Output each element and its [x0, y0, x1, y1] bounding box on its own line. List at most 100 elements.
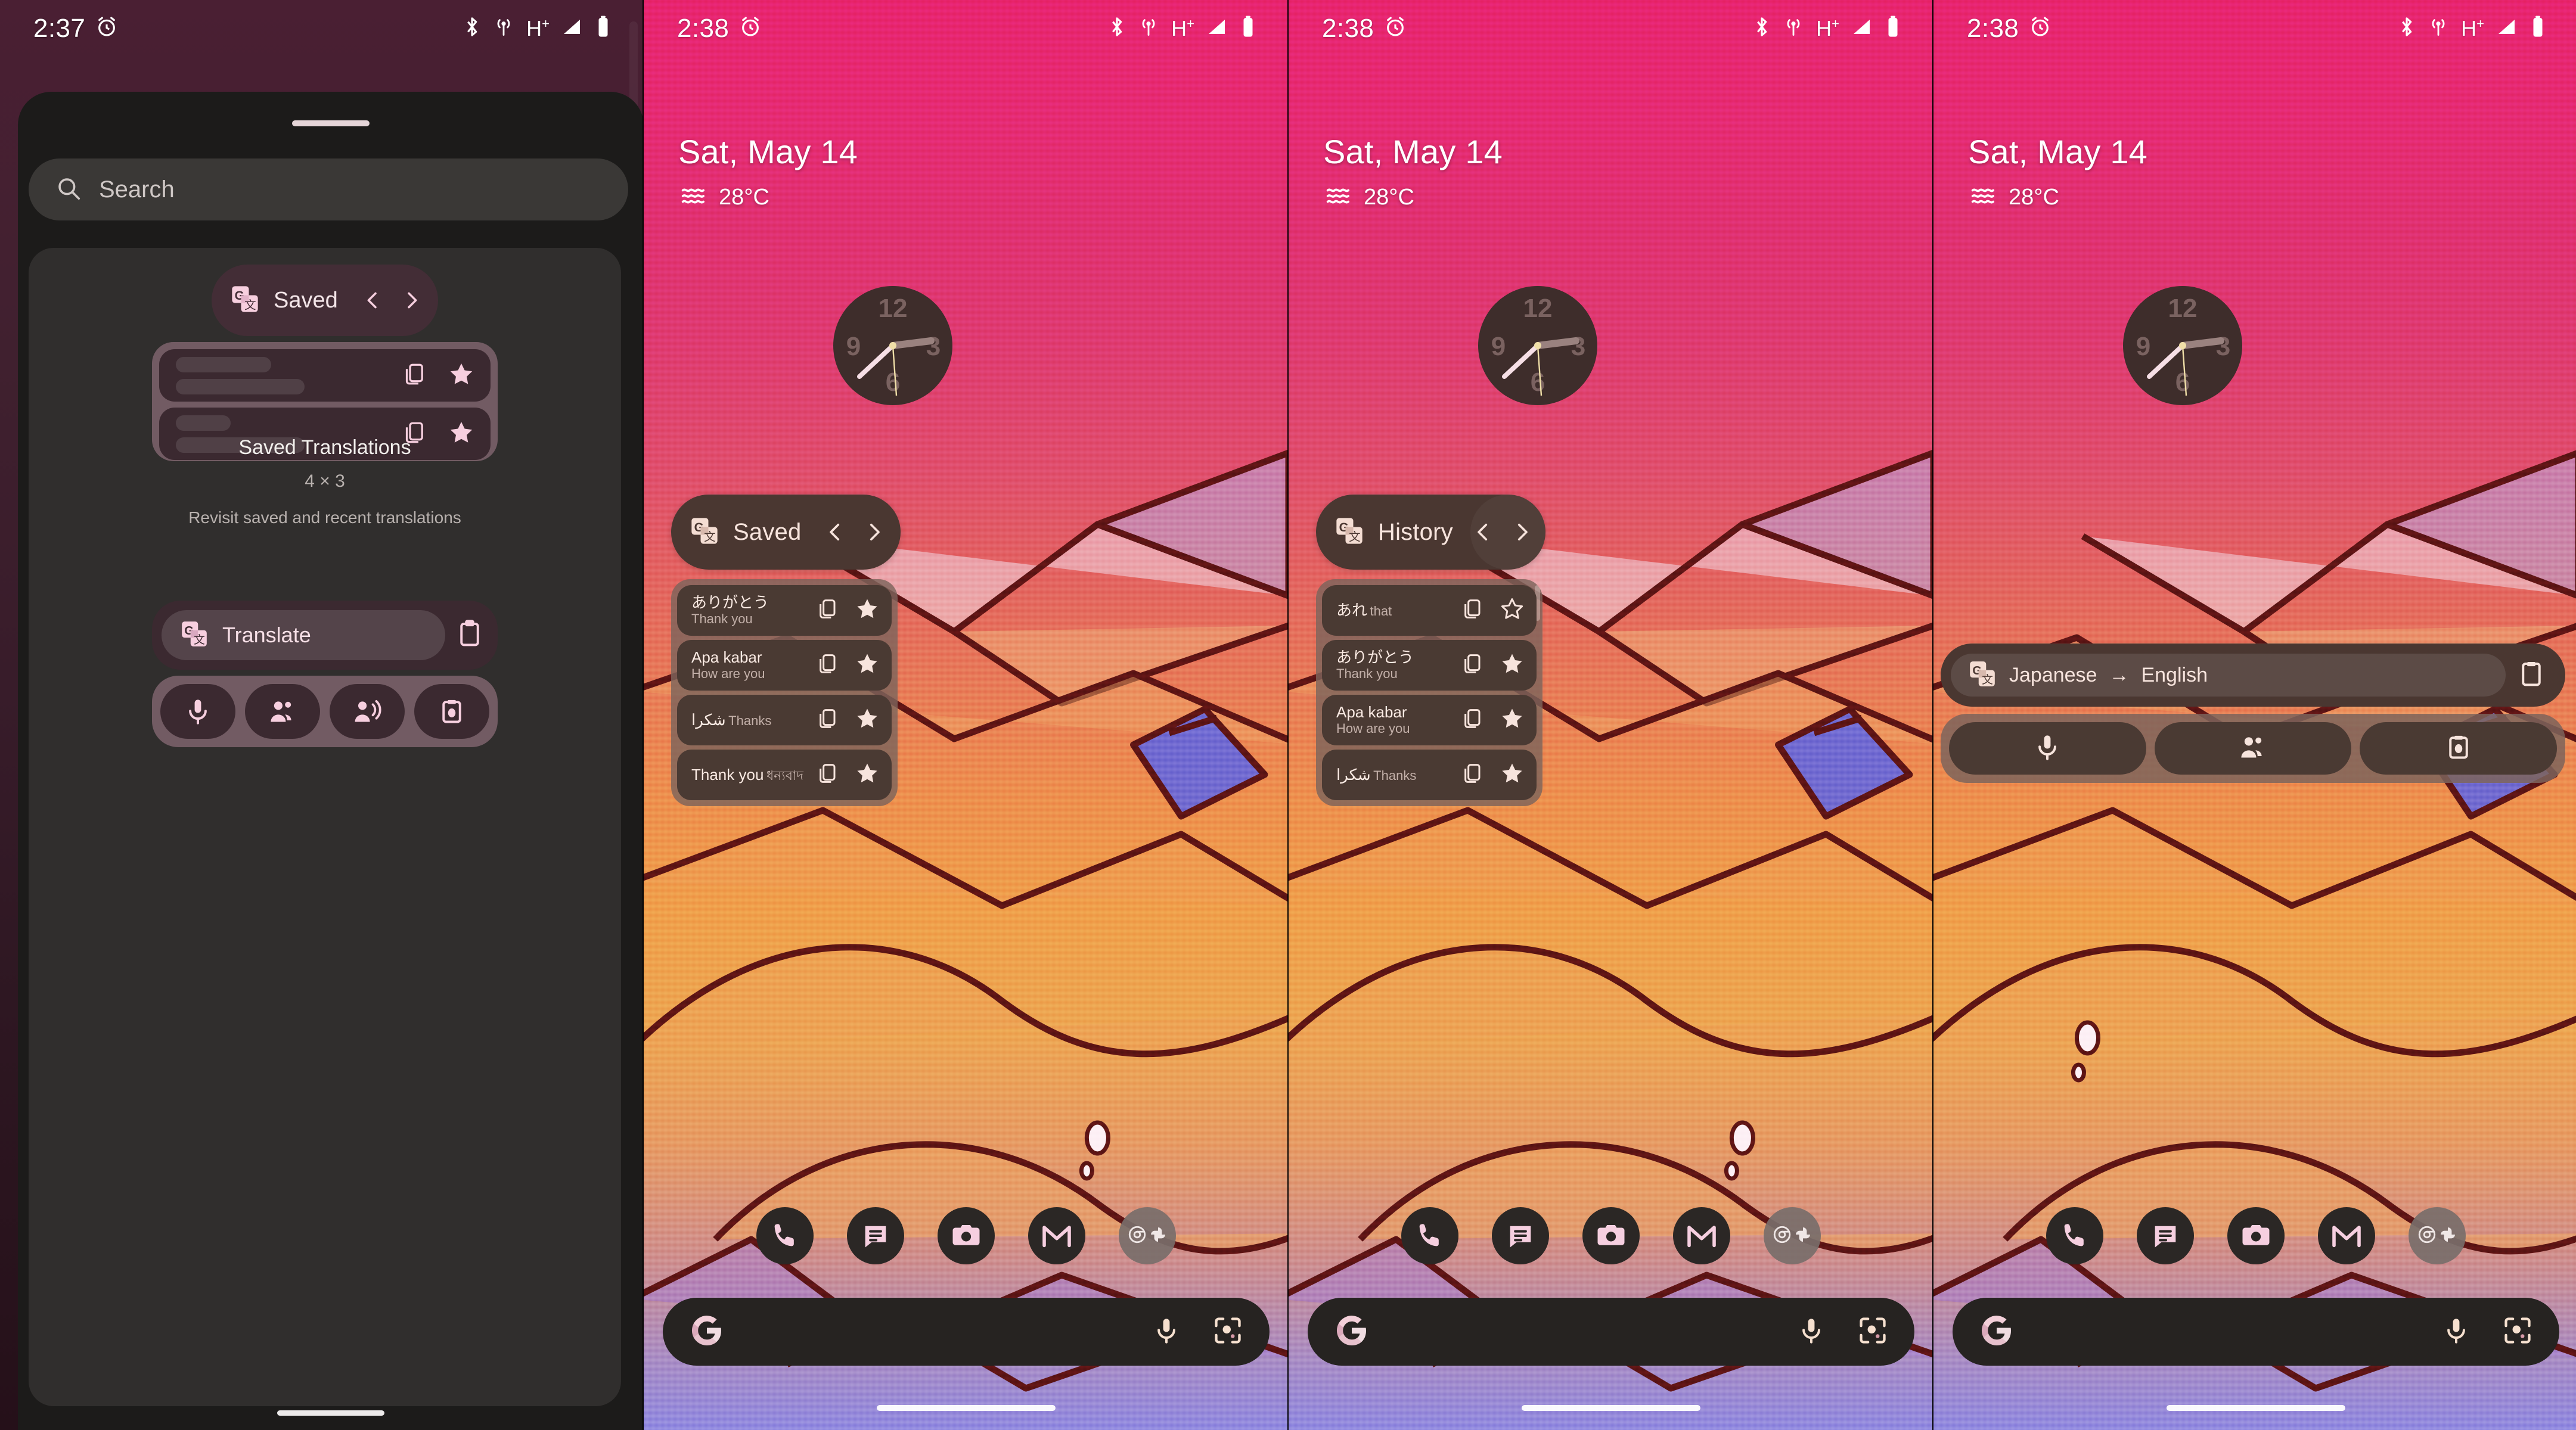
copy-icon[interactable]	[815, 707, 839, 733]
microphone-icon[interactable]	[1152, 1314, 1181, 1350]
analog-clock-widget[interactable]: 12 3 6 9	[2123, 286, 2242, 405]
copy-icon[interactable]	[1460, 761, 1484, 788]
copy-icon[interactable]	[815, 652, 839, 679]
app-folder[interactable]	[1119, 1207, 1176, 1264]
google-lens-icon[interactable]	[1212, 1315, 1243, 1349]
screen-home-history: 2:38 H+ Sat, May 14 28°C 12 3 6 9 G 文 Hi…	[1289, 0, 1933, 1430]
target-text: ধন্যবাদ	[766, 768, 803, 784]
preview-title: Saved	[274, 287, 338, 313]
preview2-language-pill[interactable]: G 文 Translate	[162, 610, 445, 660]
chevron-left-icon[interactable]	[818, 515, 852, 549]
clipboard-icon[interactable]	[455, 618, 485, 653]
analog-clock-widget[interactable]: 12 3 6 9	[833, 286, 952, 405]
panel-divider	[643, 0, 644, 1430]
phone-app-icon[interactable]	[1401, 1207, 1458, 1264]
camera-app-icon[interactable]	[938, 1207, 995, 1264]
translation-row[interactable]: ありがとう Thank you	[677, 585, 892, 636]
translation-row[interactable]: Apa kabar How are you	[677, 640, 892, 691]
conversation-button[interactable]	[2154, 722, 2352, 775]
smartspace-weather: 28°C	[1968, 184, 2147, 211]
star-filled-icon[interactable]	[855, 706, 880, 734]
google-search-bar[interactable]	[663, 1298, 1270, 1366]
row-actions	[1451, 596, 1525, 624]
camera-clipboard-icon[interactable]	[414, 684, 489, 739]
screen-home-saved: 2:38 H+ Sat, May 14 28°C 12 3 6 9 G 文 Sa…	[644, 0, 1289, 1430]
google-lens-icon[interactable]	[1857, 1315, 1888, 1349]
messages-app-icon[interactable]	[1492, 1207, 1549, 1264]
chevron-left-icon[interactable]	[1466, 515, 1500, 549]
translate-saved-widget[interactable]: G 文 Saved ありがとう Thank you Apa kabar How …	[671, 495, 901, 806]
messages-app-icon[interactable]	[2137, 1207, 2194, 1264]
search-input[interactable]: Search	[29, 158, 628, 220]
chevron-left-icon[interactable]	[356, 284, 389, 317]
star-filled-icon[interactable]	[1500, 706, 1525, 734]
widget-preview-translate[interactable]: G 文 Translate	[29, 601, 621, 747]
chevron-right-icon[interactable]	[858, 515, 891, 549]
analog-clock-widget[interactable]: 12 3 6 9	[1478, 286, 1597, 405]
translation-list[interactable]: あれ that ありがとう Thank you Apa kabar How ar…	[1316, 579, 1543, 806]
phone-app-icon[interactable]	[756, 1207, 814, 1264]
star-filled-icon[interactable]	[855, 651, 880, 679]
star-filled-icon[interactable]	[855, 761, 880, 789]
transcribe-icon[interactable]	[330, 684, 405, 739]
app-folder[interactable]	[1764, 1207, 1821, 1264]
dock	[1289, 1207, 1933, 1264]
star-filled-icon[interactable]	[1500, 761, 1525, 789]
translation-row[interactable]: شكرا Thanks	[677, 695, 892, 745]
microphone-icon[interactable]	[1796, 1314, 1826, 1350]
messages-app-icon[interactable]	[847, 1207, 904, 1264]
gmail-app-icon[interactable]	[1673, 1207, 1730, 1264]
camera-translate-button[interactable]	[2360, 722, 2558, 775]
drag-handle[interactable]	[292, 120, 370, 126]
translation-row[interactable]: あれ that	[1322, 585, 1537, 636]
camera-app-icon[interactable]	[1582, 1207, 1640, 1264]
smartspace[interactable]: Sat, May 14 28°C	[1968, 132, 2147, 211]
google-search-bar[interactable]	[1308, 1298, 1914, 1366]
status-bar-left: 2:38	[1967, 14, 2052, 43]
copy-icon[interactable]	[815, 761, 839, 788]
translation-row[interactable]: Thank you ধন্যবাদ	[677, 750, 892, 800]
chevron-right-icon[interactable]	[1506, 515, 1539, 549]
status-time: 2:38	[1967, 13, 2019, 43]
app-folder[interactable]	[2409, 1207, 2466, 1264]
translate-quick-widget[interactable]: G 文 Japanese → English	[1941, 644, 2565, 783]
star-filled-icon[interactable]	[448, 360, 475, 391]
smartspace[interactable]: Sat, May 14 28°C	[678, 132, 858, 211]
translation-row[interactable]: شكرا Thanks	[1322, 750, 1537, 800]
translation-row[interactable]: Apa kabar How are you	[1322, 695, 1537, 745]
translate-history-widget[interactable]: G 文 History あれ that ありがとう Thank you Apa …	[1316, 495, 1545, 806]
star-filled-icon[interactable]	[1500, 651, 1525, 679]
translation-texts: ありがとう Thank you	[691, 593, 806, 627]
target-text: How are you	[1336, 721, 1410, 736]
phone-app-icon[interactable]	[2046, 1207, 2103, 1264]
copy-icon[interactable]	[1460, 707, 1484, 733]
translation-list[interactable]: ありがとう Thank you Apa kabar How are you شك…	[671, 579, 898, 806]
chevron-right-icon[interactable]	[395, 284, 429, 317]
conversation-icon[interactable]	[245, 684, 320, 739]
widget-preview-saved[interactable]: G 文 Saved	[29, 265, 621, 461]
copy-icon[interactable]	[1460, 652, 1484, 679]
google-lens-icon[interactable]	[2502, 1315, 2533, 1349]
clock-numeral-12: 12	[1523, 294, 1553, 323]
copy-icon[interactable]	[1460, 597, 1484, 624]
widget-preview-area: G 文 Saved Saved Translations 4 × 3 Revis…	[29, 248, 621, 1406]
smartspace[interactable]: Sat, May 14 28°C	[1323, 132, 1503, 211]
gmail-app-icon[interactable]	[1028, 1207, 1085, 1264]
gmail-app-icon[interactable]	[2318, 1207, 2375, 1264]
bluetooth-icon	[2398, 15, 2416, 42]
copy-icon[interactable]	[401, 361, 427, 390]
svg-text:文: 文	[244, 299, 256, 312]
star-outline-icon[interactable]	[1500, 596, 1525, 624]
preview-nav	[356, 284, 438, 317]
copy-icon[interactable]	[815, 597, 839, 624]
microphone-icon[interactable]	[2441, 1314, 2471, 1350]
star-filled-icon[interactable]	[855, 596, 880, 624]
camera-app-icon[interactable]	[2227, 1207, 2285, 1264]
microphone-icon[interactable]	[160, 684, 235, 739]
google-search-bar[interactable]	[1953, 1298, 2559, 1366]
translation-texts: Apa kabar How are you	[691, 648, 806, 682]
voice-input-button[interactable]	[1949, 722, 2146, 775]
language-pair-button[interactable]: G 文 Japanese → English	[1951, 654, 2506, 697]
translation-row[interactable]: ありがとう Thank you	[1322, 640, 1537, 691]
clipboard-icon[interactable]	[2516, 657, 2552, 694]
